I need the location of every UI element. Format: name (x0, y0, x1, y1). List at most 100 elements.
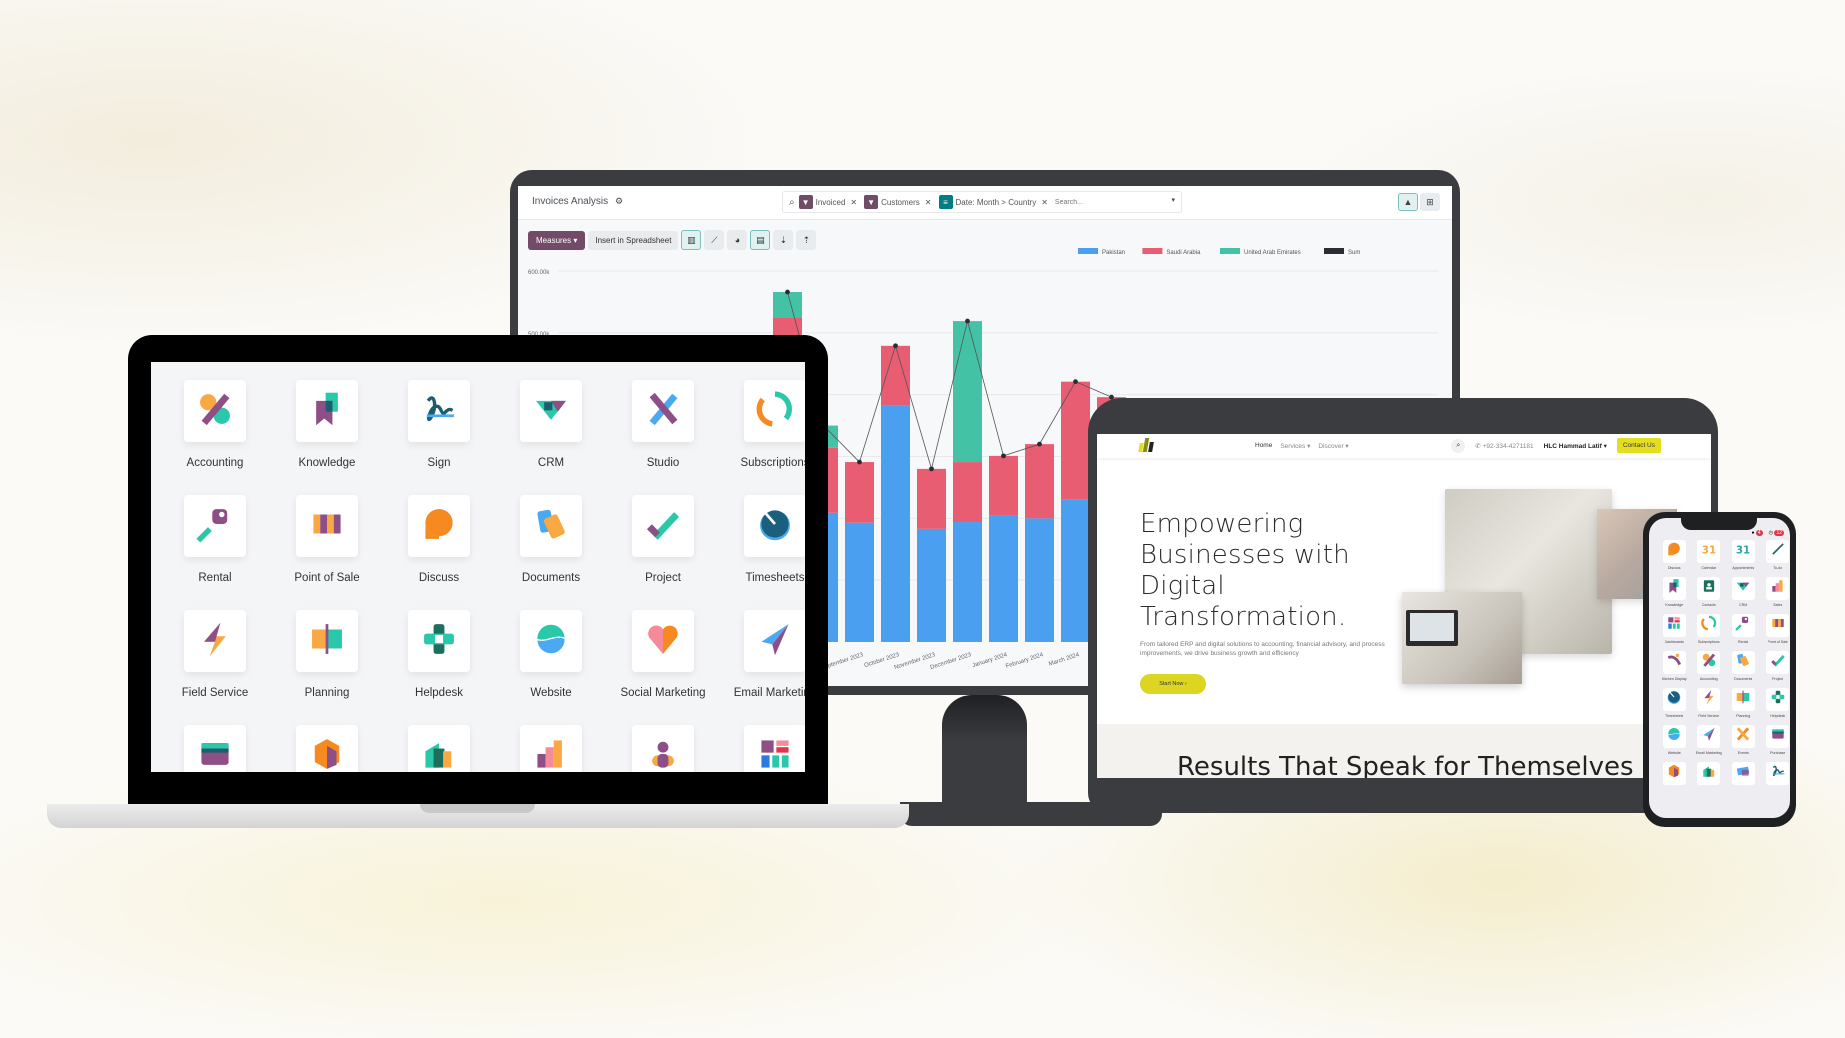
app-inventory[interactable] (271, 725, 383, 772)
app-tile[interactable] (1731, 688, 1755, 711)
nav-discover[interactable]: Discover ▾ (1318, 442, 1348, 450)
app-dashboards[interactable] (719, 725, 805, 772)
app-purchase[interactable]: Purchase (1761, 725, 1791, 755)
app-tile[interactable] (184, 610, 246, 672)
app-tile[interactable] (184, 725, 246, 772)
app-to-do[interactable]: To-do (1761, 540, 1791, 570)
app-social-marketing[interactable]: Social Marketing (607, 610, 719, 699)
app-tile[interactable] (520, 610, 582, 672)
app-discuss[interactable]: Discuss (1657, 540, 1692, 570)
app-inventory[interactable] (1657, 762, 1692, 788)
app-dashboards[interactable]: Dashboards (1657, 614, 1692, 644)
app-calendar[interactable]: 31 Calendar (1692, 540, 1727, 570)
app-tile[interactable] (520, 725, 582, 772)
app-timesheets[interactable]: Timesheets (1657, 688, 1692, 718)
app-tile[interactable] (520, 495, 582, 557)
app-helpdesk[interactable]: Helpdesk (1761, 688, 1791, 718)
app-tile[interactable] (296, 495, 358, 557)
app-planning[interactable]: Planning (1726, 688, 1761, 718)
app-tile[interactable] (184, 495, 246, 557)
app-email-marketing[interactable]: Email Marketing (719, 610, 805, 699)
app-tile[interactable] (408, 725, 470, 772)
activity-notification[interactable]: ◷ 12 (1769, 530, 1784, 536)
app-tile[interactable] (1766, 651, 1790, 674)
app-tile[interactable] (1697, 577, 1721, 600)
app-tile[interactable] (1731, 725, 1755, 748)
app-tile[interactable] (1697, 651, 1721, 674)
app-point-of-sale[interactable]: Point of Sale (1761, 614, 1791, 644)
app-barcode[interactable] (1726, 762, 1761, 788)
app-tile[interactable] (1697, 762, 1721, 785)
app-tile[interactable]: 31 (1697, 540, 1721, 563)
app-field-service[interactable]: Field Service (159, 610, 271, 699)
app-tile[interactable] (632, 725, 694, 772)
chat-notification[interactable]: ● 4 (1751, 530, 1763, 536)
app-sales[interactable]: Sales (1761, 577, 1791, 607)
app-documents[interactable]: Documents (1726, 651, 1761, 681)
nav-home[interactable]: Home (1255, 442, 1272, 450)
app-tile[interactable] (408, 380, 470, 442)
app-tile[interactable] (632, 380, 694, 442)
app-tile[interactable] (296, 725, 358, 772)
app-appointments[interactable]: 31 Appointments (1726, 540, 1761, 570)
app-tile[interactable] (1697, 725, 1721, 748)
app-employees[interactable] (607, 725, 719, 772)
app-tile[interactable] (1766, 614, 1790, 637)
app-tile[interactable] (1662, 540, 1686, 563)
phone-number[interactable]: ✆ +92-334-4271181 (1475, 442, 1533, 450)
app-tile[interactable] (1697, 614, 1721, 637)
app-tile[interactable]: 31 (1731, 540, 1755, 563)
app-tile[interactable] (744, 495, 805, 557)
app-project[interactable]: Project (1761, 651, 1791, 681)
app-tile[interactable] (408, 610, 470, 672)
app-rental[interactable]: Rental (159, 495, 271, 584)
app-website[interactable]: Website (495, 610, 607, 699)
app-tile[interactable] (1766, 577, 1790, 600)
start-now-button[interactable]: Start Now › (1140, 674, 1206, 694)
app-events[interactable]: Events (1726, 725, 1761, 755)
app-tile[interactable] (1731, 614, 1755, 637)
app-subscriptions[interactable]: Subscriptions (1692, 614, 1727, 644)
app-timesheets[interactable]: Timesheets (719, 495, 805, 584)
app-studio[interactable]: Studio (607, 380, 719, 469)
app-manufacturing[interactable] (383, 725, 495, 772)
app-knowledge[interactable]: Knowledge (271, 380, 383, 469)
app-purchase[interactable] (159, 725, 271, 772)
app-tile[interactable] (1731, 762, 1755, 785)
app-tile[interactable] (1766, 688, 1790, 711)
app-tile[interactable] (1662, 762, 1686, 785)
app-contacts[interactable]: Contacts (1692, 577, 1727, 607)
app-helpdesk[interactable]: Helpdesk (383, 610, 495, 699)
app-sales[interactable] (495, 725, 607, 772)
app-point-of-sale[interactable]: Point of Sale (271, 495, 383, 584)
app-tile[interactable] (632, 610, 694, 672)
app-tile[interactable] (1731, 651, 1755, 674)
app-tile[interactable] (1662, 725, 1686, 748)
app-discuss[interactable]: Discuss (383, 495, 495, 584)
app-crm[interactable]: CRM (1726, 577, 1761, 607)
app-subscriptions[interactable]: Subscriptions (719, 380, 805, 469)
app-tile[interactable] (296, 610, 358, 672)
app-rental[interactable]: Rental (1726, 614, 1761, 644)
app-tile[interactable] (1662, 614, 1686, 637)
app-tile[interactable] (744, 380, 805, 442)
search-icon[interactable]: ⌕ (1451, 438, 1466, 453)
app-field-service[interactable]: Field Service (1692, 688, 1727, 718)
nav-services[interactable]: Services ▾ (1280, 442, 1310, 450)
app-website[interactable]: Website (1657, 725, 1692, 755)
app-documents[interactable]: Documents (495, 495, 607, 584)
app-tile[interactable] (744, 610, 805, 672)
contact-us-button[interactable]: Contact Us (1616, 438, 1661, 453)
app-tile[interactable] (1731, 577, 1755, 600)
app-tile[interactable] (296, 380, 358, 442)
app-tile[interactable] (1662, 688, 1686, 711)
app-tile[interactable] (520, 380, 582, 442)
brand-logo[interactable] (1138, 438, 1154, 452)
app-tile[interactable] (408, 495, 470, 557)
app-accounting[interactable]: Accounting (159, 380, 271, 469)
app-sign[interactable] (1761, 762, 1791, 788)
app-tile[interactable] (184, 380, 246, 442)
app-tile[interactable] (1662, 651, 1686, 674)
app-email-marketing[interactable]: Email Marketing (1692, 725, 1727, 755)
app-kitchen-display[interactable]: Kitchen Display (1657, 651, 1692, 681)
